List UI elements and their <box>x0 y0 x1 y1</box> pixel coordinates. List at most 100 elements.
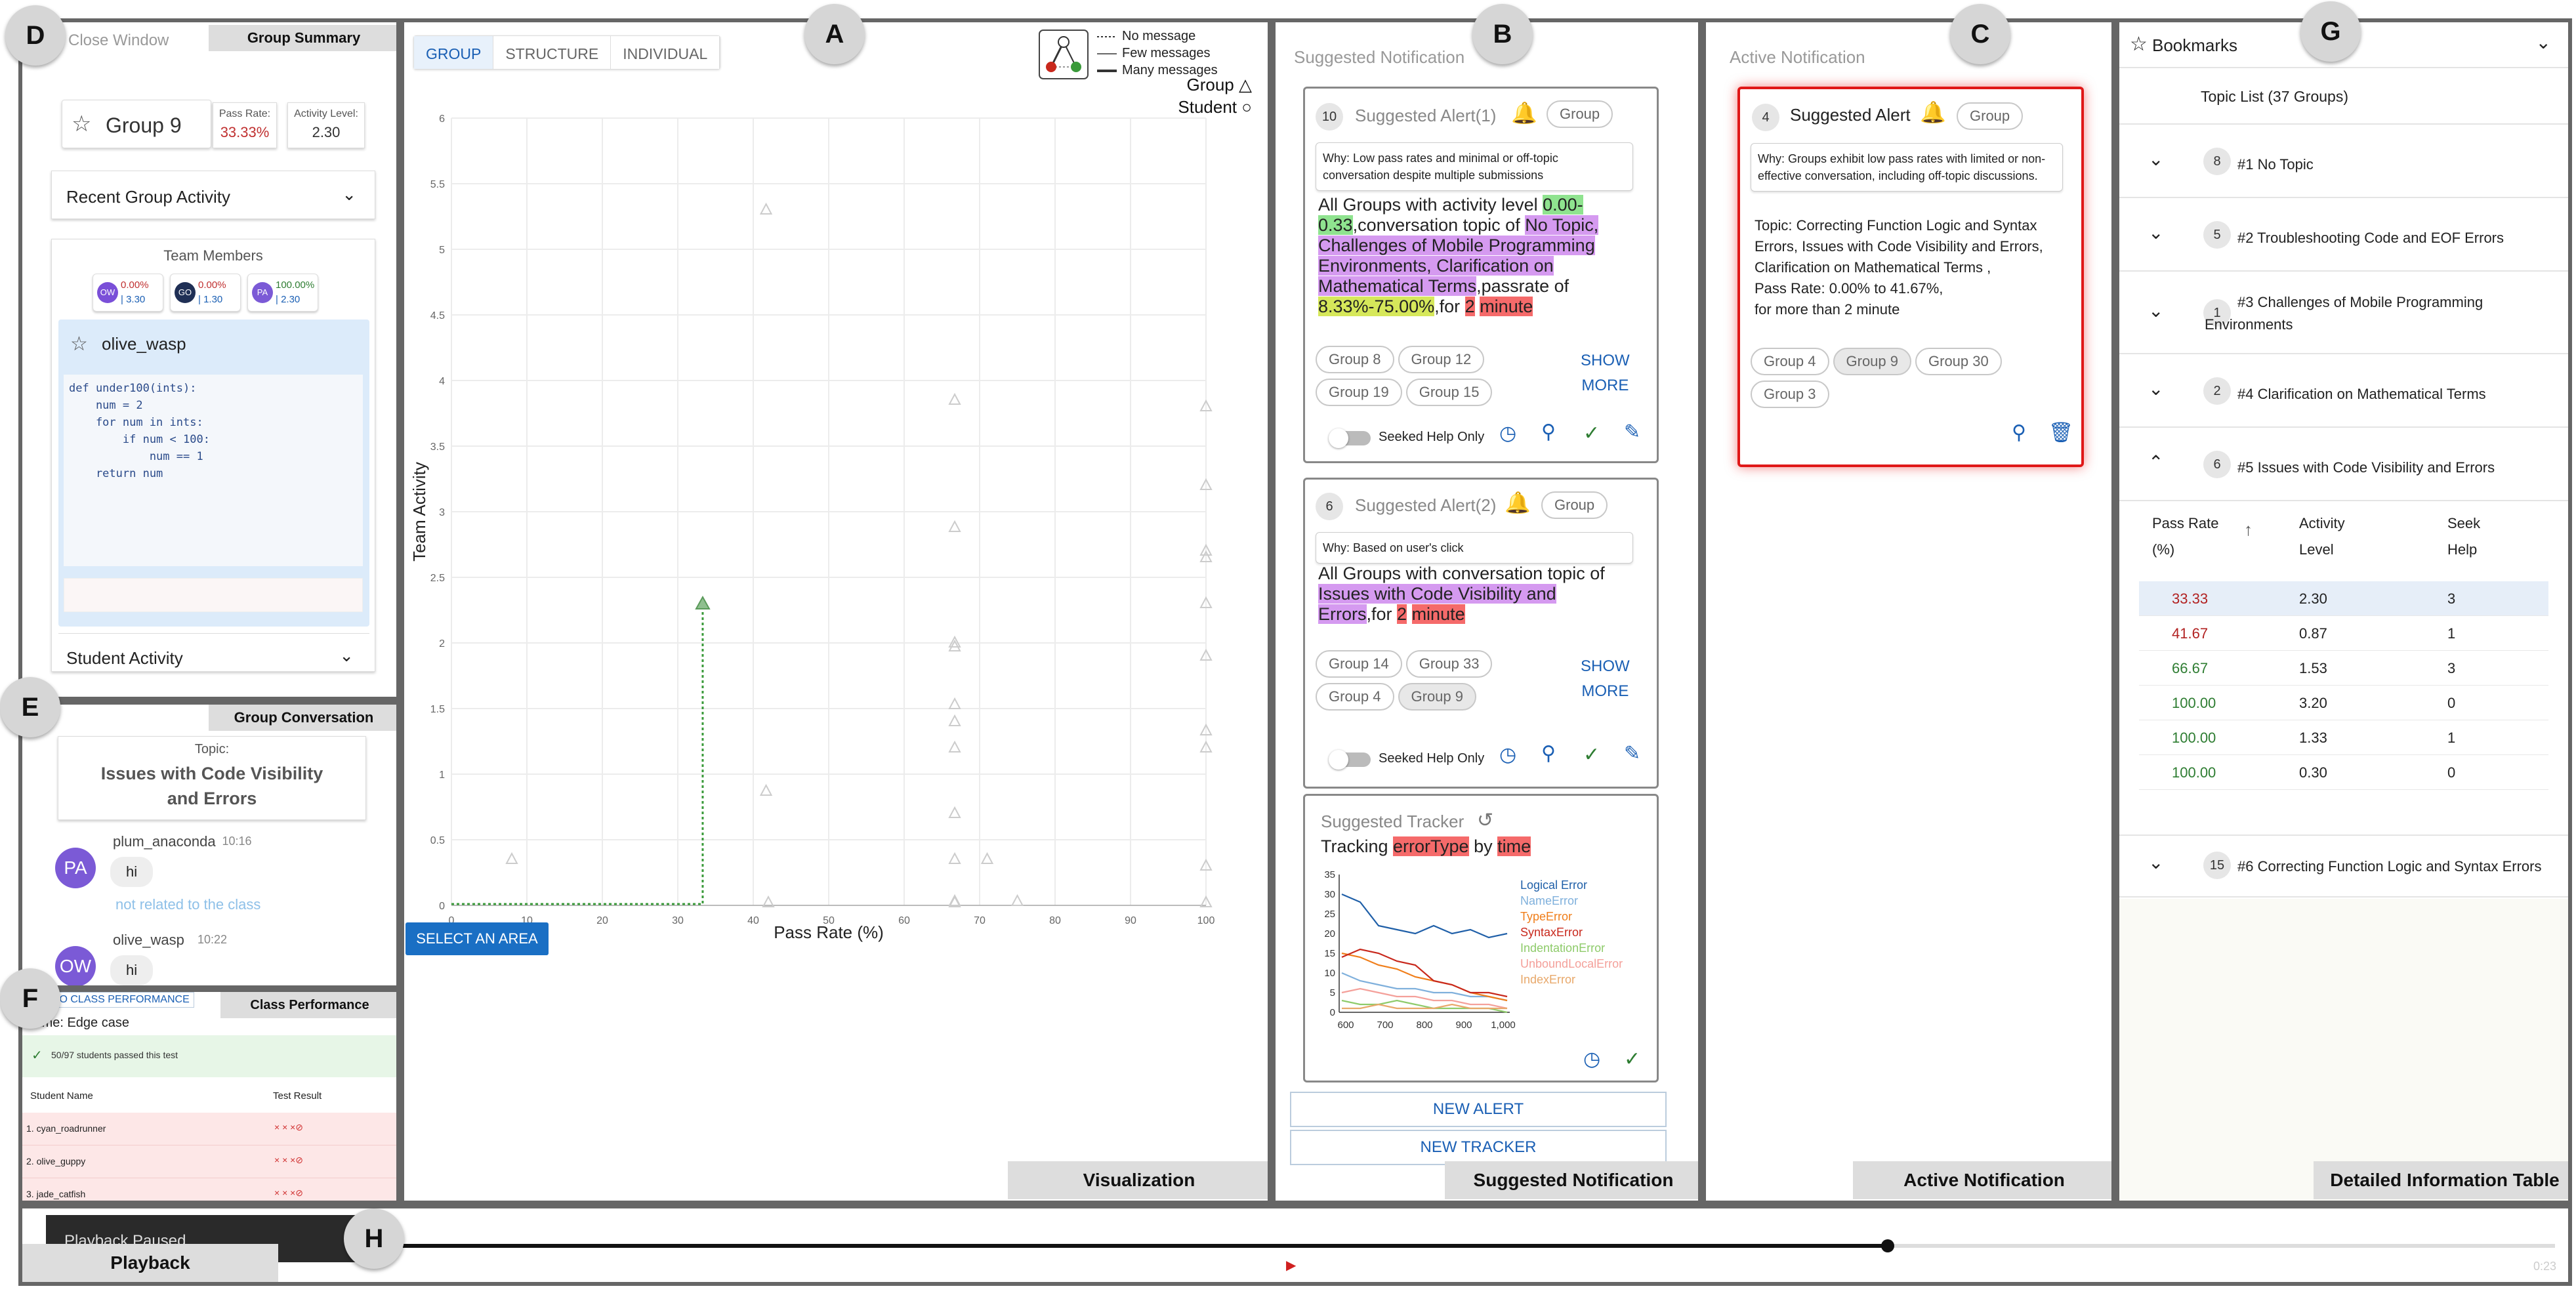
topic-row[interactable]: ⌄ 8 #1 No Topic <box>2119 125 2568 198</box>
student-input-box[interactable] <box>64 578 363 612</box>
table-row[interactable]: 2. olive_guppy × × ×⊘ <box>22 1145 396 1178</box>
group-point[interactable] <box>980 852 994 864</box>
table-row[interactable]: 66.67 1.53 3 <box>2139 651 2548 686</box>
group-point[interactable] <box>948 806 961 818</box>
group-chip[interactable]: Group 9 <box>1833 348 1911 375</box>
seek-help-column-header[interactable]: Seek Help <box>2447 510 2480 563</box>
alert-2-show-more[interactable]: SHOW MORE <box>1581 654 1630 704</box>
group-point[interactable] <box>948 520 961 532</box>
tab-group[interactable]: GROUP <box>414 36 494 69</box>
check-icon[interactable]: ✓ <box>1583 422 1600 445</box>
search-icon[interactable]: ⚲ <box>1541 742 1556 765</box>
to-class-performance-link[interactable]: TO CLASS PERFORMANCE <box>49 992 194 1008</box>
table-row[interactable]: 3. jade_catfish × × ×⊘ <box>22 1178 396 1201</box>
close-window-button[interactable]: Close Window <box>68 31 169 50</box>
recent-group-activity-accordion[interactable]: Recent Group Activity ⌄ <box>51 171 375 219</box>
student-star-icon[interactable]: ☆ <box>70 333 88 356</box>
student-code-editor[interactable]: def under100(ints): num = 2 for num in i… <box>64 375 363 566</box>
delete-icon[interactable]: 🗑 <box>2048 421 2073 444</box>
group-point[interactable] <box>505 852 518 864</box>
group-point[interactable] <box>759 783 773 796</box>
clock-icon[interactable]: ◷ <box>1583 1048 1600 1071</box>
group-point[interactable] <box>948 852 961 864</box>
new-alert-button[interactable]: NEW ALERT <box>1290 1092 1667 1127</box>
class-performance-tab[interactable]: Class Performance <box>220 992 396 1018</box>
seek-help-cell: 1 <box>2447 730 2456 746</box>
alert-1-show-more[interactable]: SHOW MORE <box>1581 348 1630 398</box>
tab-structure[interactable]: STRUCTURE <box>493 36 612 69</box>
table-row[interactable]: 100.00 3.20 0 <box>2139 686 2548 720</box>
table-row[interactable]: 1. cyan_roadrunner × × ×⊘ <box>22 1113 396 1145</box>
star-icon[interactable]: ☆ <box>72 111 91 137</box>
edit-icon[interactable]: ✎ <box>1624 421 1640 443</box>
check-icon[interactable]: ✓ <box>1583 743 1600 766</box>
group-chip[interactable]: Group 3 <box>1751 381 1829 408</box>
tracker-y-tick: 25 <box>1324 909 1335 920</box>
group-chip[interactable]: Group 4 <box>1751 348 1829 375</box>
member-chip[interactable]: PA 100.00% | 2.30 <box>247 274 318 312</box>
pass-rate-column-header[interactable]: Pass Rate (%) <box>2152 510 2219 563</box>
group-chip[interactable]: Group 33 <box>1405 650 1493 678</box>
group-chip[interactable]: Group 4 <box>1316 683 1394 711</box>
topic-row[interactable]: ⌄ 2 #4 Clarification on Mathematical Terms <box>2119 354 2568 428</box>
topic-row[interactable]: ⌄ 1 #3 Challenges of Mobile Programming Env… <box>2119 272 2568 354</box>
clock-icon[interactable]: ◷ <box>1499 743 1516 766</box>
alert-2-description: All Groups with conversation topic of Is… <box>1318 564 1633 625</box>
tracker-description: Tracking errorType by time <box>1321 836 1531 857</box>
tracker-y-tick: 5 <box>1330 987 1335 999</box>
alert-2-group-chip[interactable]: Group <box>1541 491 1608 519</box>
suggested-alert-1-card[interactable]: 10 Suggested Alert(1) 🔔 Group Why: Low p… <box>1303 87 1659 463</box>
group-point[interactable] <box>1010 894 1024 906</box>
search-icon[interactable]: ⚲ <box>1541 421 1556 443</box>
edit-icon[interactable]: ✎ <box>1624 742 1640 765</box>
selected-group-point[interactable] <box>695 595 711 609</box>
scatter-plot[interactable]: 0 10 20 30 40 50 60 70 80 90 10000.511.522.533.544… <box>404 94 1257 1013</box>
member-chip[interactable]: OW 0.00% | 3.30 <box>93 274 163 312</box>
new-tracker-button[interactable]: NEW TRACKER <box>1290 1130 1667 1165</box>
topic-row[interactable]: ⌄ 5 #2 Troubleshooting Code and EOF Errors <box>2119 198 2568 272</box>
group-summary-tab[interactable]: Group Summary <box>209 25 396 51</box>
group-chip[interactable]: Group 19 <box>1316 379 1402 406</box>
suggested-alert-2-card[interactable]: 6 Suggested Alert(2) 🔔 Group Why: Based … <box>1303 478 1659 789</box>
seek-header-2: Help <box>2447 541 2478 558</box>
group-chip[interactable]: Group 30 <box>1915 348 2002 375</box>
alert-1-group-chip[interactable]: Group <box>1547 100 1613 128</box>
table-row[interactable]: 41.67 0.87 1 <box>2139 616 2548 651</box>
active-alert-group-chip[interactable]: Group <box>1957 102 2024 130</box>
group-point[interactable] <box>948 697 961 709</box>
table-row[interactable]: 100.00 0.30 0 <box>2139 755 2548 790</box>
sort-arrow-up-icon[interactable]: ↑ <box>2244 520 2253 540</box>
seeked-help-toggle[interactable] <box>1329 428 1371 448</box>
timeline-track[interactable] <box>403 1239 2555 1252</box>
group-point[interactable] <box>948 740 961 753</box>
group-chip[interactable]: Group 8 <box>1316 346 1394 373</box>
group-point[interactable] <box>948 714 961 726</box>
clock-icon[interactable]: ◷ <box>1499 422 1516 445</box>
tab-individual[interactable]: INDIVIDUAL <box>611 36 720 69</box>
select-area-button[interactable]: SELECT AN AREA <box>405 922 549 955</box>
student-activity-accordion[interactable]: Student Activity ⌄ <box>58 633 369 682</box>
group-point[interactable] <box>759 202 773 215</box>
active-alert-card[interactable]: 4 Suggested Alert 🔔 Group Why: Groups ex… <box>1737 87 2084 467</box>
group-point[interactable] <box>948 392 961 405</box>
suggested-tracker-card[interactable]: Suggested Tracker ↺ Tracking errorType b… <box>1303 794 1659 1082</box>
play-marker-icon[interactable]: ▶ <box>1286 1257 1296 1273</box>
history-icon[interactable]: ↺ <box>1477 809 1493 832</box>
group-chip[interactable]: Group 14 <box>1316 650 1402 678</box>
group-chip[interactable]: Group 15 <box>1405 379 1493 406</box>
check-icon[interactable]: ✓ <box>1624 1048 1640 1071</box>
member-chip[interactable]: GO 0.00% | 1.30 <box>170 274 241 312</box>
avatar: PA <box>55 848 96 888</box>
group-conversation-tab[interactable]: Group Conversation <box>209 705 396 731</box>
group-chip[interactable]: Group 9 <box>1398 683 1476 711</box>
group-chip[interactable]: Group 12 <box>1398 346 1485 373</box>
table-row[interactable]: 100.00 1.33 1 <box>2139 720 2548 755</box>
seeked-help-toggle[interactable] <box>1329 750 1371 770</box>
timeline-handle[interactable] <box>1881 1239 1895 1252</box>
topic-row[interactable]: ⌃ 6 #5 Issues with Code Visibility and Err… <box>2119 428 2568 501</box>
topic-row-6[interactable]: ⌄ 15 #6 Correcting Function Logic and Sy… <box>2119 837 2568 897</box>
activity-column-header[interactable]: Activity Level <box>2299 510 2345 563</box>
search-icon[interactable]: ⚲ <box>2012 421 2026 444</box>
alert-1-title: Suggested Alert(1) <box>1355 106 1497 125</box>
table-row[interactable]: 33.33 2.30 3 <box>2139 581 2548 616</box>
